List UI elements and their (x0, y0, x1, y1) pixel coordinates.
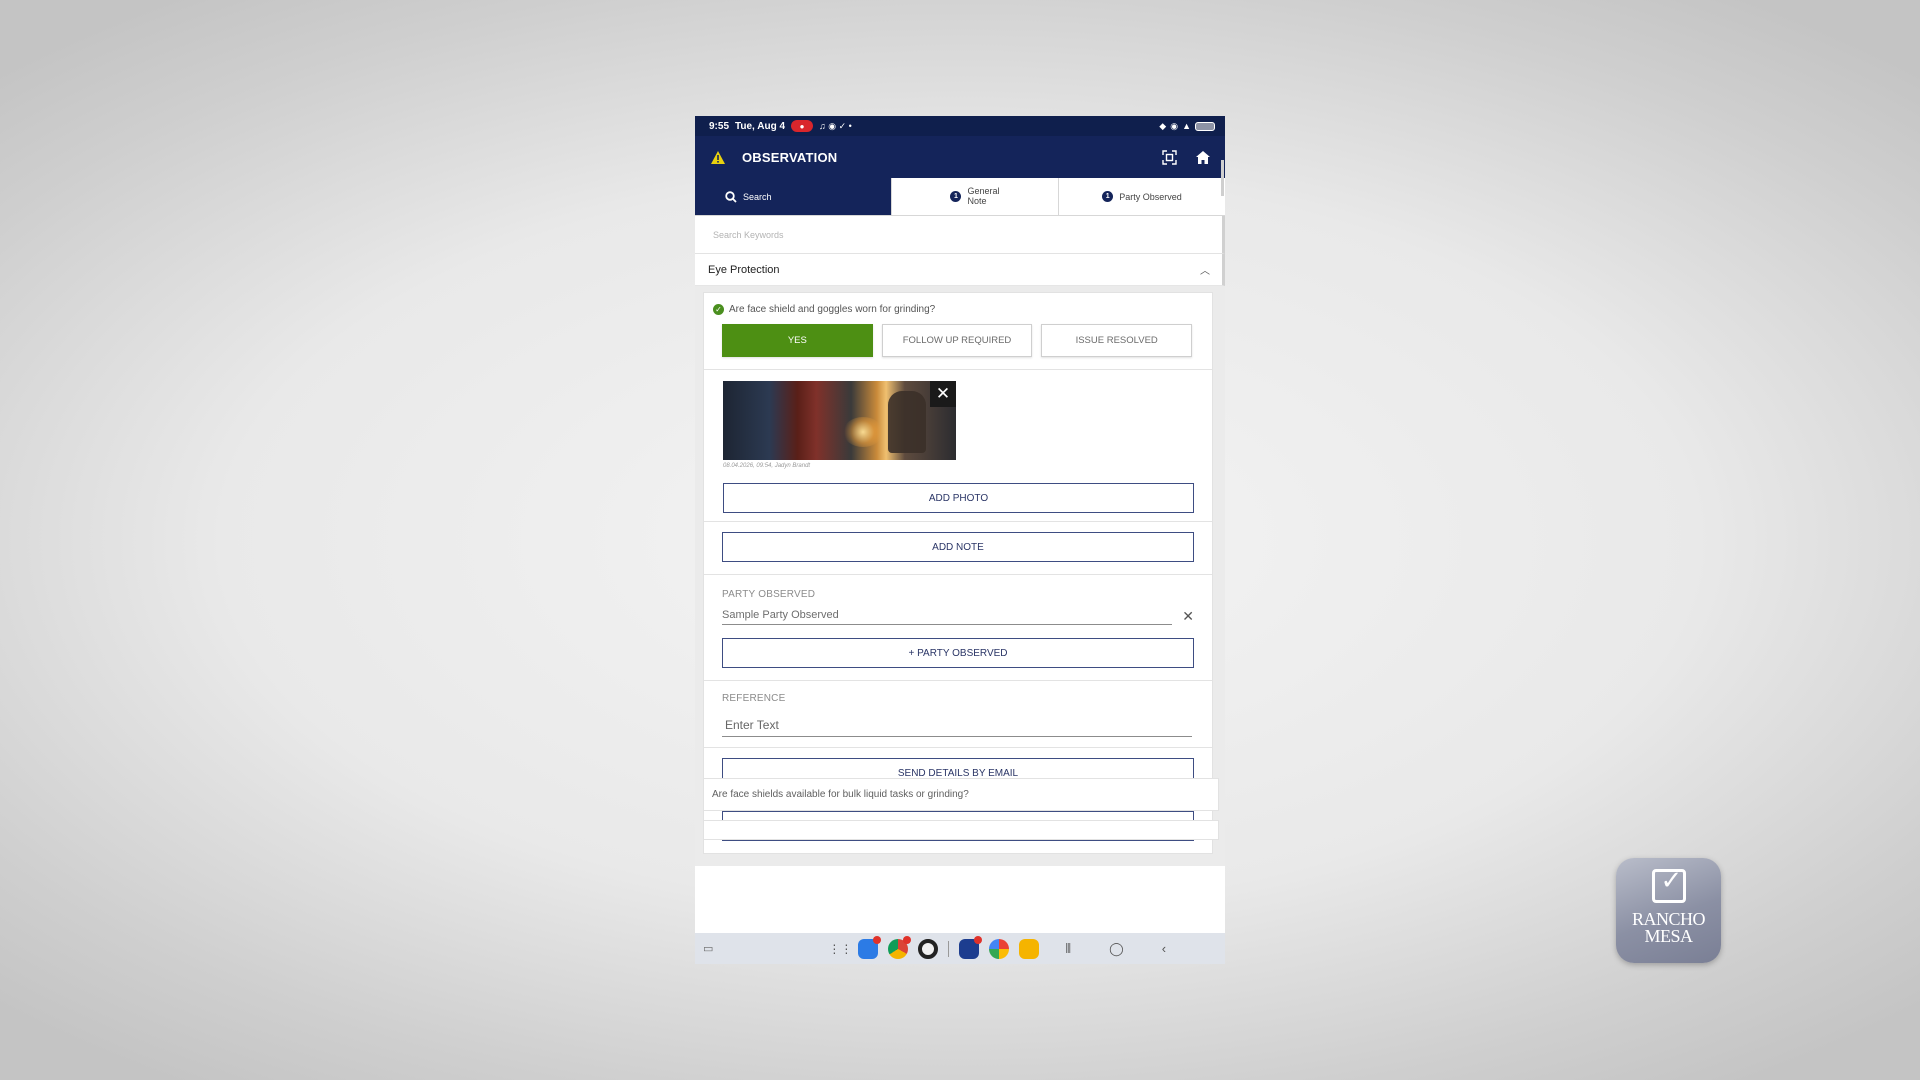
question-row: ✓ Are face shield and goggles worn for g… (704, 293, 1212, 315)
warning-triangle-icon[interactable] (709, 148, 727, 166)
tab-search-label: Search (743, 191, 772, 202)
tab-general-note[interactable]: 1 General Note (892, 178, 1059, 215)
camera-app-icon[interactable] (918, 938, 939, 959)
record-indicator-icon: ● (791, 120, 814, 132)
android-nav-bar: ▭ ⋮⋮ ⦀ ◯ ‹ (695, 933, 1225, 964)
home-nav-icon[interactable]: ◯ (1109, 941, 1124, 957)
tab-party-observed[interactable]: 1 Party Observed (1059, 178, 1225, 215)
signal-icon: ▲ (1182, 121, 1191, 131)
system-tray-icons: ◆ ◉ ▲ (1159, 121, 1215, 132)
add-party-observed-button[interactable]: + PARTY OBSERVED (722, 638, 1194, 668)
list-item[interactable] (703, 820, 1219, 840)
scrollbar[interactable] (1221, 160, 1224, 196)
app-drawer-icon[interactable]: ⋮⋮ (828, 942, 852, 956)
tab-badge: 1 (950, 191, 962, 202)
recents-icon[interactable]: ⦀ (1065, 941, 1071, 957)
notification-icons: ♫ ◉ ✓ • (819, 120, 852, 131)
clear-party-icon[interactable]: ✕ (1182, 608, 1194, 625)
rancho-mesa-logo: ✓ RANCHO MESA (1616, 858, 1721, 963)
chrome-app-icon[interactable] (888, 935, 912, 959)
photo-spark (843, 417, 883, 447)
safety-app-icon[interactable] (959, 935, 983, 959)
reference-section: REFERENCE (704, 681, 1212, 748)
back-icon[interactable]: ‹ (1162, 941, 1166, 957)
files-app-icon[interactable] (1019, 938, 1040, 959)
party-observed-section: PARTY OBSERVED Sample Party Observed ✕ +… (704, 575, 1212, 681)
search-input[interactable] (713, 229, 1113, 240)
section-header-eye-protection[interactable]: Eye Protection ︿ (695, 254, 1225, 286)
dock-divider (948, 940, 950, 957)
status-bar: 9:55 Tue, Aug 4 ● ♫ ◉ ✓ • ◆ ◉ ▲ (695, 116, 1225, 136)
remove-photo-icon[interactable]: ✕ (930, 381, 956, 407)
tab-bar: Search 1 General Note 1 Party Observed (695, 178, 1225, 216)
answer-follow-up-button[interactable]: FOLLOW UP REQUIRED (881, 324, 1033, 357)
search-bar (695, 216, 1225, 254)
photo-section: ✕ 08.04.2026, 09:54, Jadyn Brandt ADD PH… (704, 370, 1212, 522)
search-icon (725, 190, 737, 203)
question-card: ✓ Are face shield and goggles worn for g… (703, 292, 1213, 854)
photo-worker (888, 391, 926, 453)
next-question-row[interactable]: Are face shields available for bulk liqu… (703, 778, 1219, 811)
next-question-text: Are face shields available for bulk liqu… (712, 789, 969, 800)
party-observed-value[interactable]: Sample Party Observed (722, 609, 1173, 625)
status-date: Tue, Aug 4 (735, 120, 786, 132)
checkbox-logo-icon: ✓ (1651, 868, 1686, 903)
app-bar: OBSERVATION (695, 136, 1225, 178)
reference-input[interactable] (722, 716, 1192, 737)
add-photo-button[interactable]: ADD PHOTO (723, 483, 1194, 513)
add-note-button[interactable]: ADD NOTE (722, 532, 1194, 562)
screen-icon[interactable]: ▭ (703, 942, 713, 955)
answer-options: YES FOLLOW UP REQUIRED ISSUE RESOLVED (704, 315, 1212, 370)
photo-caption: 08.04.2026, 09:54, Jadyn Brandt (723, 463, 811, 469)
tab-general-note-label-1: General (967, 185, 1000, 196)
party-observed-label: PARTY OBSERVED (722, 589, 816, 600)
page-title: OBSERVATION (742, 149, 838, 165)
add-note-section: ADD NOTE (704, 522, 1212, 575)
tab-general-note-label-2: Note (967, 195, 987, 206)
location-icon: ◉ (1170, 120, 1179, 131)
tab-party-observed-label: Party Observed (1119, 191, 1182, 202)
check-circle-icon: ✓ (713, 304, 724, 315)
tab-badge: 1 (1102, 191, 1114, 202)
email-app-icon[interactable] (858, 935, 882, 959)
reference-label: REFERENCE (722, 693, 786, 704)
chevron-up-icon[interactable]: ︿ (1200, 262, 1210, 277)
answer-issue-resolved-button[interactable]: ISSUE RESOLVED (1041, 324, 1193, 357)
question-text: Are face shield and goggles worn for gri… (729, 304, 936, 315)
photos-app-icon[interactable] (989, 938, 1010, 959)
attached-photo[interactable]: ✕ (723, 381, 956, 460)
battery-icon (1195, 121, 1215, 131)
status-time: 9:55 (709, 120, 730, 132)
answer-yes-button[interactable]: YES (722, 324, 873, 357)
home-icon[interactable] (1194, 149, 1211, 166)
tab-search[interactable]: Search (695, 178, 892, 215)
section-title: Eye Protection (708, 263, 780, 276)
wifi-icon: ◆ (1159, 120, 1167, 131)
scan-qr-icon[interactable] (1161, 149, 1178, 166)
tablet-screen: 9:55 Tue, Aug 4 ● ♫ ◉ ✓ • ◆ ◉ ▲ OBSERVAT… (695, 116, 1225, 964)
